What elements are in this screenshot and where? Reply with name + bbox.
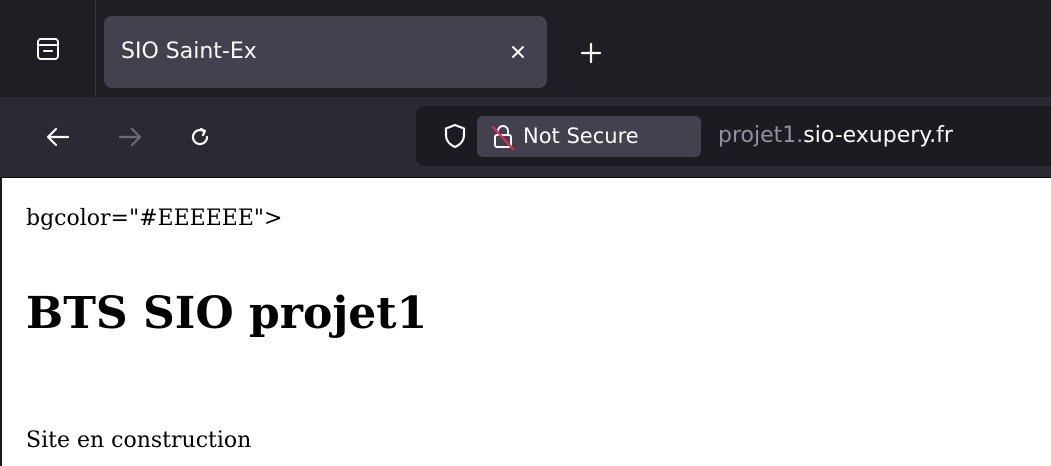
tab-overview-icon: [36, 37, 59, 60]
not-secure-indicator[interactable]: Not Secure: [477, 116, 701, 157]
url-domain: sio-exupery.fr: [803, 123, 953, 148]
back-button[interactable]: [38, 117, 78, 157]
url-bar[interactable]: Not Secure projet1.sio-exupery.fr: [416, 106, 1051, 166]
tab-overview-button[interactable]: [0, 0, 96, 97]
tab-close-button[interactable]: [504, 38, 532, 66]
plus-icon: [580, 42, 602, 64]
navigation-toolbar: Not Secure projet1.sio-exupery.fr: [0, 97, 1051, 178]
page-content: bgcolor="#EEEEEE"> BTS SIO projet1 Site …: [0, 178, 1051, 466]
reload-icon: [191, 127, 209, 146]
not-secure-label: Not Secure: [523, 124, 639, 148]
insecure-lock-icon: [491, 125, 515, 151]
page-paragraph: Site en construction: [26, 428, 252, 453]
url-text[interactable]: projet1.sio-exupery.fr: [718, 106, 953, 166]
url-subdomain: projet1.: [718, 123, 804, 148]
raw-html-text: bgcolor="#EEEEEE">: [26, 206, 283, 231]
shield-icon[interactable]: [442, 122, 468, 150]
close-icon: [512, 46, 524, 58]
page-heading: BTS SIO projet1: [26, 288, 428, 339]
new-tab-button[interactable]: [576, 38, 606, 68]
tab-title: SIO Saint-Ex: [121, 39, 257, 64]
browser-window: SIO Saint-Ex Not Secure projet1.sio-exup…: [0, 0, 1051, 466]
forward-button[interactable]: [110, 117, 150, 157]
back-arrow-icon: [46, 127, 70, 147]
tab-active[interactable]: SIO Saint-Ex: [104, 16, 547, 88]
forward-arrow-icon: [118, 127, 142, 147]
tab-strip: SIO Saint-Ex: [0, 0, 1051, 97]
reload-button[interactable]: [180, 117, 220, 157]
